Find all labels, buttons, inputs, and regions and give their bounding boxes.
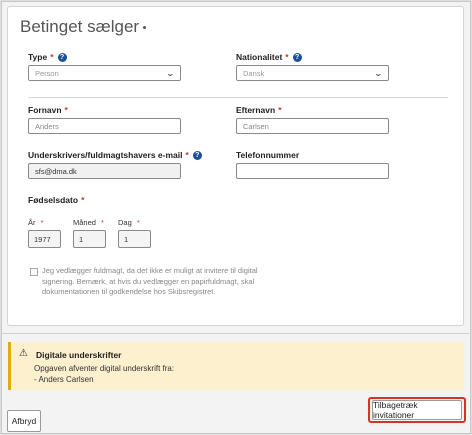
last-name-input[interactable]: Carlsen (236, 118, 389, 134)
month-value: 1 (79, 234, 84, 244)
card-title: Betinget sælger (20, 17, 147, 37)
power-of-attorney-checkbox[interactable] (30, 268, 38, 276)
first-name-label-text: Fornavn (28, 105, 62, 115)
warning-title: Digitale underskrifter (36, 350, 122, 360)
chevron-down-icon: ⌄ (165, 68, 176, 78)
title-dot (143, 26, 147, 30)
day-value: 1 (124, 234, 129, 244)
card-title-text: Betinget sælger (20, 17, 140, 36)
required-marker: * (81, 195, 85, 205)
email-label-text: Underskrivers/fuldmagtshavers e-mail (28, 150, 183, 160)
day-input[interactable]: 1 (118, 230, 151, 248)
last-name-label: Efternavn * (236, 105, 282, 115)
type-label-text: Type (28, 52, 48, 62)
month-label-text: Måned (73, 218, 96, 227)
phone-label-text: Telefonnummer (236, 150, 300, 160)
section-separator (1, 333, 469, 334)
required-marker: * (285, 52, 289, 62)
nationality-label-text: Nationalitet (236, 52, 283, 62)
phone-label: Telefonnummer (236, 150, 299, 160)
withdraw-invitations-button[interactable]: Tilbagetræk invitationer (372, 400, 462, 420)
birthdate-label-text: Fødselsdato (28, 195, 79, 205)
warning-line-1: Opgaven afventer digital underskrift fra… (34, 364, 175, 373)
year-input[interactable]: 1977 (28, 230, 61, 248)
required-marker: * (40, 218, 44, 227)
nationality-select[interactable]: Dansk ⌄ (236, 65, 389, 81)
chevron-down-icon: ⌄ (373, 68, 384, 78)
email-label: Underskrivers/fuldmagtshavers e-mail * ? (28, 150, 202, 160)
required-marker: * (50, 52, 54, 62)
day-label-text: Dag (118, 218, 132, 227)
required-marker: * (101, 218, 104, 227)
section-divider (28, 97, 448, 98)
warning-icon: ⚠ (19, 348, 28, 359)
nationality-label: Nationalitet * ? (236, 52, 302, 62)
cancel-button[interactable]: Afbryd (7, 410, 41, 432)
email-field[interactable]: sfs@dma.dk (28, 163, 181, 179)
warning-line-2: - Anders Carlsen (34, 375, 94, 384)
last-name-label-text: Efternavn (236, 105, 276, 115)
required-marker: * (64, 105, 68, 115)
required-marker: * (136, 218, 140, 227)
required-marker: * (278, 105, 282, 115)
first-name-input[interactable]: Anders (28, 118, 181, 134)
month-input[interactable]: 1 (73, 230, 106, 248)
birthdate-label: Fødselsdato * (28, 195, 84, 205)
digital-signatures-warning: ⚠ Digitale underskrifter Opgaven afvente… (8, 342, 464, 390)
year-value: 1977 (34, 234, 51, 244)
type-select[interactable]: Person ⌄ (28, 65, 181, 81)
day-label: Dag * (118, 218, 140, 227)
nationality-select-value: Dansk (243, 68, 265, 78)
help-icon[interactable]: ? (57, 52, 67, 62)
year-label-text: År (28, 218, 36, 227)
power-of-attorney-text: Jeg vedlægger fuldmagt, da det ikke er m… (42, 266, 258, 296)
type-select-value: Person (35, 68, 59, 78)
email-value: sfs@dma.dk (35, 166, 77, 176)
help-icon[interactable]: ? (292, 52, 302, 62)
phone-input[interactable] (236, 163, 389, 179)
first-name-label: Fornavn * (28, 105, 68, 115)
required-marker: * (185, 150, 189, 160)
last-name-value: Carlsen (243, 121, 269, 131)
month-label: Måned * (73, 218, 104, 227)
help-icon[interactable]: ? (192, 150, 202, 160)
year-label: År * (28, 218, 44, 227)
type-label: Type * ? (28, 52, 67, 62)
first-name-value: Anders (35, 121, 59, 131)
